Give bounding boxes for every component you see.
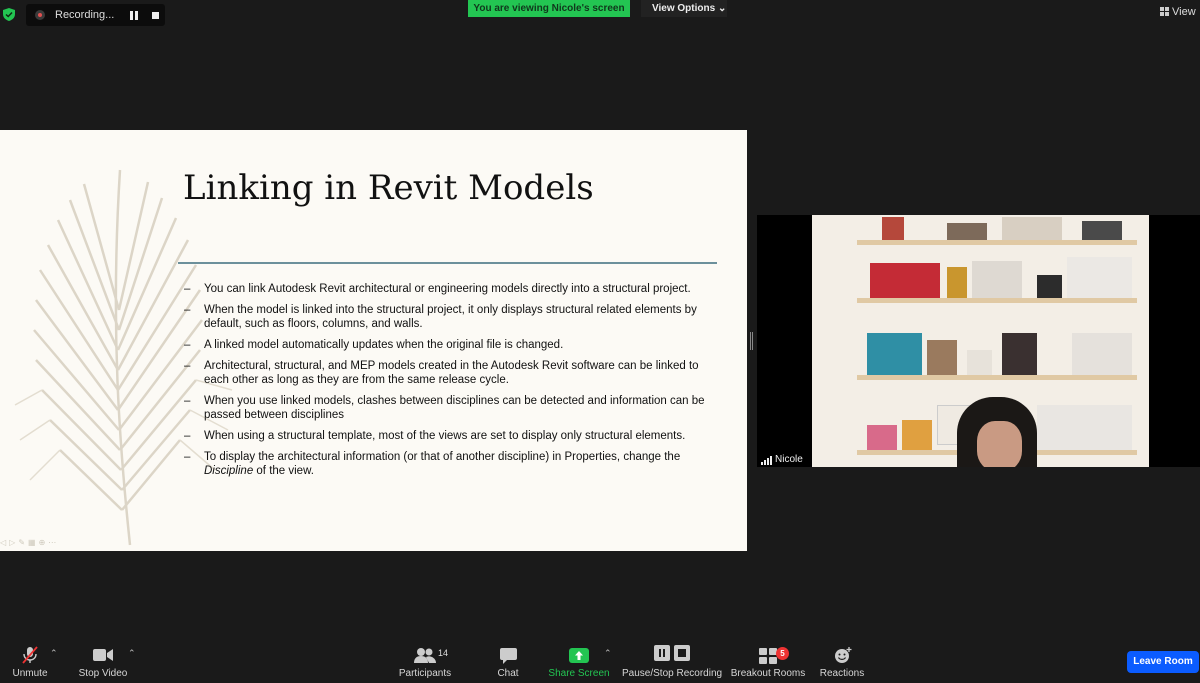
participants-label: Participants [398, 668, 452, 679]
bullet-list: – You can link Autodesk Revit architectur… [184, 282, 724, 485]
grid-view-icon [1160, 7, 1169, 16]
chat-label: Chat [497, 668, 519, 679]
slides-icon[interactable]: ▦ [28, 538, 39, 547]
share-screen-button[interactable]: Share Screen [548, 636, 610, 683]
bullet-dash: – [184, 339, 191, 351]
unmute-label: Unmute [12, 668, 48, 679]
chat-button[interactable]: Chat [486, 636, 530, 683]
bullet-dash: – [184, 360, 191, 372]
next-slide-icon[interactable]: ▷ [9, 538, 18, 547]
list-item: – When you use linked models, clashes bet… [184, 394, 724, 422]
participant-video-feed [812, 215, 1149, 467]
pause-stop-recording-label: Pause/Stop Recording [622, 668, 723, 679]
breakout-rooms-label: Breakout Rooms [730, 668, 806, 679]
bullet-dash: – [184, 451, 191, 463]
participants-button[interactable]: 14 Participants [396, 636, 454, 683]
more-options-icon[interactable]: ⋯ [48, 538, 59, 547]
bullet-text: You can link Autodesk Revit architectura… [204, 283, 691, 295]
shield-check-icon[interactable] [3, 8, 15, 21]
reactions-label: Reactions [819, 668, 865, 679]
stop-video-label: Stop Video [78, 668, 128, 679]
breakout-rooms-button[interactable]: 5 Breakout Rooms [730, 636, 806, 683]
bullet-dash: – [184, 283, 191, 295]
title-divider [178, 262, 717, 264]
top-bar: Recording... You are viewing Nicole's sc… [0, 0, 1200, 28]
recording-label: Recording... [55, 9, 115, 21]
participants-count: 14 [438, 648, 449, 658]
reactions-button[interactable]: Reactions [816, 636, 868, 683]
bullet-text: When you use linked models, clashes betw… [204, 395, 705, 421]
bullet-text: To display the architectural information… [204, 451, 681, 463]
share-options-caret-icon[interactable]: ⌃ [604, 648, 612, 659]
audio-options-caret-icon[interactable]: ⌃ [50, 648, 58, 659]
bullet-dash: – [184, 430, 191, 442]
slideshow-controls[interactable]: ◁▷✎▦⊕⋯ [0, 538, 59, 547]
stop-recording-icon[interactable] [152, 12, 159, 19]
pause-recording-icon[interactable] [129, 11, 139, 20]
participant-name-bar: Nicole [758, 453, 808, 467]
view-options-label: View Options [652, 3, 716, 14]
leave-room-button[interactable]: Leave Room [1127, 651, 1199, 673]
video-camera-icon [93, 649, 113, 661]
participant-video-tile[interactable]: Nicole [757, 215, 1200, 467]
bullet-text: Architectural, structural, and MEP model… [204, 360, 699, 386]
list-item: – When using a structural template, most … [184, 429, 724, 443]
chat-bubble-icon [500, 648, 517, 664]
breakout-rooms-badge: 5 [776, 647, 789, 660]
participant-name: Nicole [775, 454, 803, 465]
participants-icon [414, 648, 436, 663]
view-options-button[interactable]: View Options ⌄ [641, 0, 727, 17]
splitter-handle[interactable] [750, 332, 753, 350]
bullet-text: A linked model automatically updates whe… [204, 339, 564, 351]
list-item: – Architectural, structural, and MEP mode… [184, 359, 724, 387]
bullet-text: When the model is linked into the struct… [204, 304, 697, 330]
viewing-screen-banner: You are viewing Nicole's screen [468, 0, 630, 17]
list-item: – When the model is linked into the struc… [184, 303, 724, 331]
stop-video-button[interactable]: Stop Video [72, 636, 134, 683]
discipline-emphasis: Discipline [204, 465, 254, 477]
shared-screen: Linking in Revit Models – You can link Au… [0, 130, 747, 551]
recording-dot-icon [35, 10, 45, 20]
list-item: – You can link Autodesk Revit architectur… [184, 282, 724, 296]
breakout-rooms-icon [759, 648, 777, 664]
video-options-caret-icon[interactable]: ⌃ [128, 648, 136, 659]
smiley-add-icon [835, 647, 852, 663]
share-screen-icon [569, 648, 589, 663]
share-screen-label: Share Screen [548, 668, 610, 679]
bullet-dash: – [184, 304, 191, 316]
meeting-toolbar: Unmute ⌃ Stop Video ⌃ 14 Participants Ch… [0, 636, 1200, 683]
recording-indicator: Recording... [26, 4, 165, 26]
pause-stop-recording-button[interactable]: Pause/Stop Recording [622, 636, 722, 683]
signal-strength-icon [761, 456, 773, 465]
pen-icon[interactable]: ✎ [18, 538, 28, 547]
list-item: – A linked model automatically updates wh… [184, 338, 724, 352]
unmute-button[interactable]: Unmute [0, 636, 60, 683]
bullet-text: When using a structural template, most o… [204, 430, 686, 442]
list-item: – To display the architectural informatio… [184, 450, 724, 478]
slide-title: Linking in Revit Models [183, 168, 594, 208]
previous-slide-icon[interactable]: ◁ [0, 538, 9, 547]
muted-microphone-icon [22, 646, 38, 664]
bullet-text-end: of the view. [253, 465, 314, 477]
view-button[interactable]: View [1160, 6, 1196, 18]
bullet-dash: – [184, 395, 191, 407]
view-label: View [1172, 6, 1196, 18]
chevron-down-icon: ⌄ [717, 3, 727, 14]
pause-stop-recording-icon [654, 645, 690, 661]
zoom-icon[interactable]: ⊕ [39, 538, 49, 547]
